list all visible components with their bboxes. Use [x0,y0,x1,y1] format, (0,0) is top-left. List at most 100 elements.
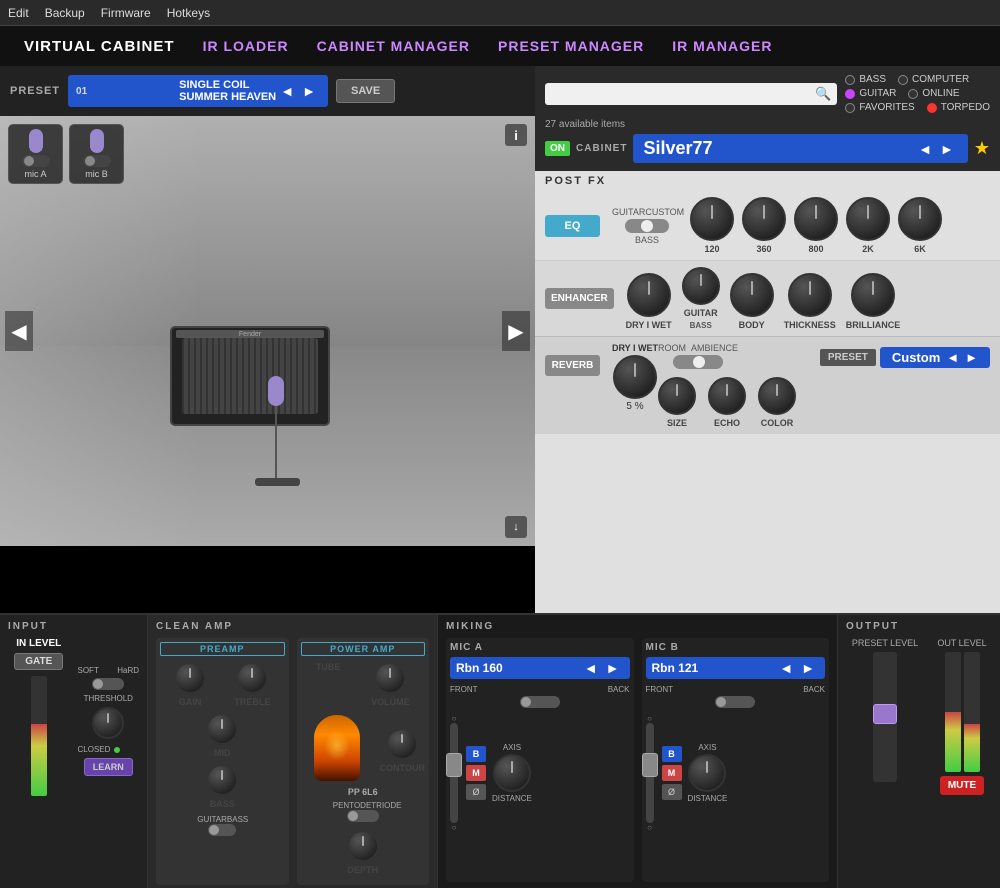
tab-ir-manager[interactable]: IR MANAGER [658,34,786,58]
soft-hard-toggle[interactable] [92,678,124,690]
eq-knob-800-control[interactable] [794,197,838,241]
reverb-knobs-row: SIZE ECHO COLOR [658,377,990,428]
menu-edit[interactable]: Edit [8,6,29,20]
tab-cabinet-manager[interactable]: CABINET MANAGER [303,34,484,58]
eq-knob-2k-control[interactable] [846,197,890,241]
radio-bass[interactable]: BASS [845,74,886,85]
room-toggle-track[interactable] [673,355,723,369]
menu-hotkeys[interactable]: Hotkeys [167,6,210,20]
gate-button[interactable]: GATE [14,653,63,670]
search-row: 🔍 BASS COMPUTER [545,74,990,113]
learn-button[interactable]: LEARN [84,758,133,776]
mic-a-toggle[interactable] [22,155,50,167]
preset-prev-btn[interactable]: ◄ [276,83,298,99]
search-input[interactable] [545,83,837,105]
menu-firmware[interactable]: Firmware [101,6,151,20]
mic-thumb-a[interactable]: mic A [8,124,63,184]
mic-b-selector[interactable]: Rbn 121 ◄ ► [646,657,826,679]
mic-a-selector[interactable]: Rbn 160 ◄ ► [450,657,630,679]
enhancer-drywet-knob[interactable] [627,273,671,317]
mic-a-prev-btn[interactable]: ◄ [580,660,602,676]
in-level-label: IN LEVEL [8,638,70,649]
eq-knob-6k-control[interactable] [898,197,942,241]
reverb-size-knob[interactable] [658,377,696,415]
mic-b-channel: MIC B Rbn 121 ◄ ► FRONT BACK ○ [642,638,830,882]
tab-ir-loader[interactable]: IR LOADER [189,34,303,58]
enhancer-button[interactable]: ENHANCER [545,288,614,309]
mic-a-icon [29,129,43,153]
threshold-label: THRESHOLD [78,694,140,703]
enhancer-body-wrap: BODY [730,273,774,330]
reverb-color-knob[interactable] [758,377,796,415]
mic-b-fader-track[interactable] [646,723,654,823]
save-button[interactable]: SAVE [336,79,395,103]
output-section: OUTPUT PRESET LEVEL OUT LEVEL MUT [838,615,1000,888]
cabinet-next-button[interactable]: ▶ [502,311,530,351]
enhancer-thickness-knob[interactable] [788,273,832,317]
cabinet-name-box[interactable]: Silver77 ◄ ► [633,134,967,163]
mic-b-axis-knob[interactable] [688,754,726,792]
preset-next-btn[interactable]: ► [298,83,320,99]
mic-a-m-button[interactable]: M [466,765,486,781]
contour-knob[interactable] [386,728,418,760]
mic-b-b-button[interactable]: B [662,746,682,762]
info-button[interactable]: i [505,124,527,146]
tab-virtual-cabinet[interactable]: VIRTUAL CABINET [10,34,189,59]
eq-toggle-track[interactable] [625,219,669,233]
cabinet-next-btn[interactable]: ► [936,141,958,157]
mic-a-next-btn[interactable]: ► [602,660,624,676]
favorite-star-button[interactable]: ★ [974,138,990,159]
enhancer-body-knob[interactable] [730,273,774,317]
reverb-button[interactable]: REVERB [545,355,600,376]
preset-label: PRESET [10,85,60,97]
preset-selector[interactable]: 01 SINGLE COIL SUMMER HEAVEN ◄ ► [68,75,328,107]
preset-fader-track[interactable] [873,652,897,782]
cabinet-prev-btn[interactable]: ◄ [914,141,936,157]
mic-element [268,376,284,406]
reverb-custom-next[interactable]: ► [965,350,978,365]
pentode-triode-track[interactable] [347,810,379,822]
mic-b-next-btn[interactable]: ► [797,660,819,676]
threshold-knob[interactable] [92,707,124,739]
eq-button[interactable]: EQ [545,215,600,237]
gain-knob[interactable] [174,662,206,694]
preamp-bass-knob[interactable] [206,764,238,796]
radio-online[interactable]: ONLINE [908,88,959,99]
radio-computer[interactable]: COMPUTER [898,74,969,85]
eq-knob-360-control[interactable] [742,197,786,241]
on-badge[interactable]: ON [545,141,570,156]
volume-knob[interactable] [374,662,406,694]
reverb-custom-box[interactable]: Custom ◄ ► [880,347,990,368]
reverb-echo-knob[interactable] [708,377,746,415]
radio-guitar[interactable]: GUITAR [845,88,896,99]
mic-a-front-back-toggle[interactable] [520,696,560,708]
mic-a-fader-track[interactable] [450,723,458,823]
mic-a-fader-top: ○ [452,714,457,723]
mid-knob[interactable] [206,713,238,745]
mic-a-axis-knob[interactable] [493,754,531,792]
mute-button[interactable]: MUTE [940,776,984,795]
mic-a-b-button[interactable]: B [466,746,486,762]
mic-thumb-b[interactable]: mic B [69,124,124,184]
down-button[interactable]: ↓ [505,516,527,538]
guitar-bass-toggle-track[interactable] [208,824,236,836]
eq-knob-120-control[interactable] [690,197,734,241]
depth-knob[interactable] [347,830,379,862]
reverb-drywet-knob[interactable] [613,355,657,399]
mic-b-front-back-toggle[interactable] [715,696,755,708]
mic-b-m-button[interactable]: M [662,765,682,781]
mic-b-phase-button[interactable]: Ø [662,784,682,800]
menu-backup[interactable]: Backup [45,6,85,20]
mic-b-prev-btn[interactable]: ◄ [775,660,797,676]
reverb-custom-prev[interactable]: ◄ [946,350,959,365]
radio-favorites[interactable]: FAVORITES [845,102,914,113]
radio-torpedo[interactable]: TORPEDO [927,102,990,113]
mic-b-toggle[interactable] [83,155,111,167]
enhancer-guitar-knob[interactable] [682,267,720,305]
cabinet-prev-button[interactable]: ◀ [5,311,33,351]
tab-preset-manager[interactable]: PRESET MANAGER [484,34,658,58]
treble-knob[interactable] [236,662,268,694]
reverb-drywet-label: DRY I WET [612,343,658,353]
mic-a-phase-button[interactable]: Ø [466,784,486,800]
enhancer-brilliance-knob[interactable] [851,273,895,317]
